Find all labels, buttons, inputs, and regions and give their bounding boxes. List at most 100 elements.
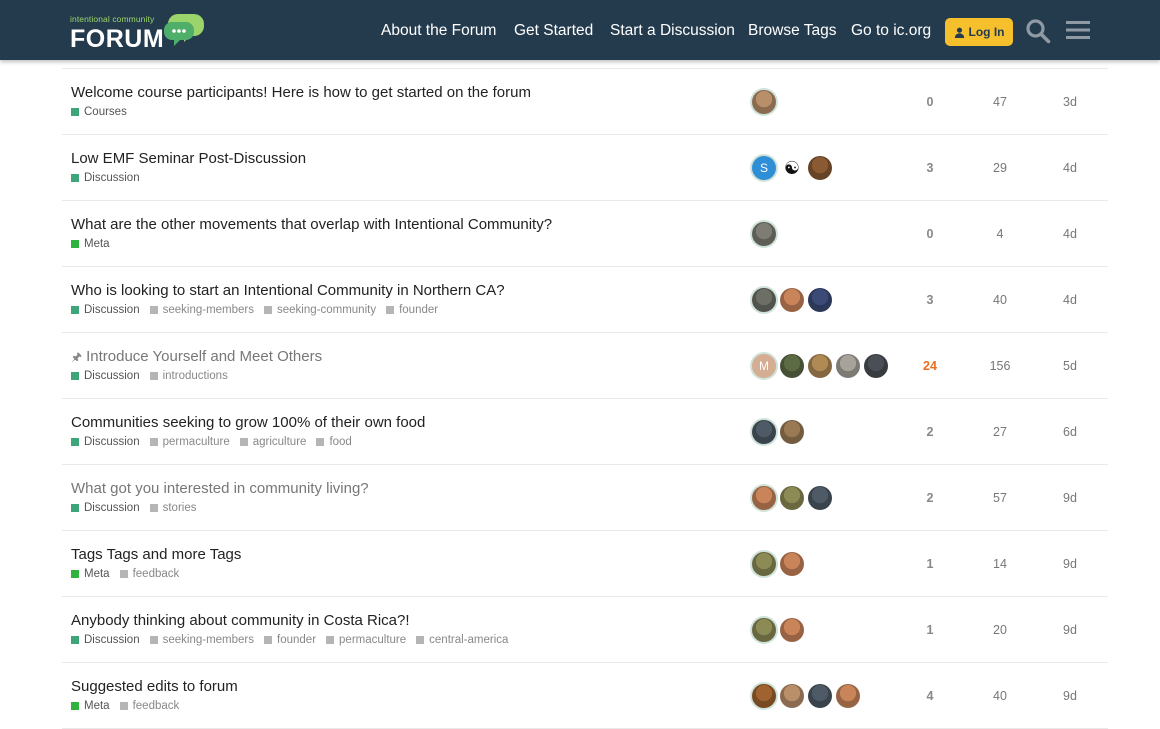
topic-title-link[interactable]: What got you interested in community liv… <box>71 480 369 497</box>
poster-avatar[interactable] <box>836 354 860 378</box>
activity-age[interactable]: 9d <box>1050 689 1090 703</box>
category-badge[interactable]: Discussion <box>71 502 140 514</box>
topic-row[interactable]: Communities seeking to grow 100% of thei… <box>62 399 1108 465</box>
activity-age[interactable]: 9d <box>1050 491 1090 505</box>
topic-row[interactable]: Anybody thinking about community in Cost… <box>62 597 1108 663</box>
category-badge[interactable]: Discussion <box>71 370 140 382</box>
poster-avatar[interactable] <box>780 420 804 444</box>
category-badge[interactable]: Discussion <box>71 304 140 316</box>
category-color-square <box>71 438 79 446</box>
replies-count: 24 <box>923 359 937 373</box>
topic-tag[interactable]: feedback <box>119 700 179 712</box>
topic-row[interactable]: What got you interested in community liv… <box>62 465 1108 531</box>
poster-avatar[interactable] <box>780 684 804 708</box>
topic-meta: Discussion seeking-members seeking-communi… <box>71 304 438 316</box>
topic-tag[interactable]: founder <box>264 634 316 646</box>
topic-row[interactable]: Who is looking to start an Intentional C… <box>62 267 1108 333</box>
topic-meta: Discussion introductions <box>71 370 228 382</box>
poster-avatar[interactable] <box>808 354 832 378</box>
poster-avatar[interactable] <box>752 486 776 510</box>
topic-tag[interactable]: introductions <box>149 370 228 382</box>
forum-logo[interactable]: intentional community FORUM <box>70 10 210 54</box>
topic-title-link[interactable]: Who is looking to start an Intentional C… <box>71 282 505 299</box>
nav-get-started[interactable]: Get Started <box>514 22 593 40</box>
poster-avatar[interactable]: S <box>752 156 776 180</box>
category-badge[interactable]: Meta <box>71 700 110 712</box>
poster-avatar[interactable] <box>780 618 804 642</box>
poster-avatar[interactable] <box>808 486 832 510</box>
topic-tag[interactable]: food <box>316 436 352 448</box>
topic-tag[interactable]: permaculture <box>149 436 230 448</box>
category-badge[interactable]: Discussion <box>71 634 140 646</box>
topic-tag[interactable]: permaculture <box>326 634 406 646</box>
poster-avatar[interactable] <box>752 90 776 114</box>
poster-avatar[interactable] <box>864 354 888 378</box>
activity-age[interactable]: 3d <box>1050 95 1090 109</box>
activity-age[interactable]: 5d <box>1050 359 1090 373</box>
tag-name: introductions <box>162 370 228 382</box>
topic-row[interactable]: Suggested edits to forum Meta feedback 4 40 9… <box>62 663 1108 729</box>
topic-tag[interactable]: agriculture <box>239 436 306 448</box>
tag-square-icon <box>416 636 425 644</box>
category-color-square <box>71 240 79 248</box>
category-badge[interactable]: Courses <box>71 106 127 118</box>
activity-age[interactable]: 9d <box>1050 557 1090 571</box>
topic-title-link[interactable]: 🖈 Introduce Yourself and Meet Others <box>71 348 322 369</box>
views-count: 29 <box>993 161 1007 175</box>
topic-row[interactable]: What are the other movements that overla… <box>62 201 1108 267</box>
poster-avatar[interactable] <box>808 288 832 312</box>
topic-tag[interactable]: stories <box>149 502 197 514</box>
topic-tag[interactable]: seeking-members <box>149 634 254 646</box>
site-header: intentional community FORUM About the Fo… <box>0 0 1160 60</box>
topic-row[interactable]: Low EMF Seminar Post-Discussion Discussio… <box>62 135 1108 201</box>
hamburger-menu-icon[interactable] <box>1066 18 1090 42</box>
nav-go-to-ic[interactable]: Go to ic.org <box>851 22 931 40</box>
activity-age[interactable]: 4d <box>1050 227 1090 241</box>
nav-about[interactable]: About the Forum <box>381 22 496 40</box>
topic-tag[interactable]: central-america <box>416 634 508 646</box>
topic-tag[interactable]: founder <box>386 304 438 316</box>
nav-start-discussion[interactable]: Start a Discussion <box>610 22 735 40</box>
poster-avatar[interactable] <box>780 486 804 510</box>
poster-avatar[interactable] <box>836 684 860 708</box>
category-color-square <box>71 306 79 314</box>
poster-avatar[interactable] <box>752 552 776 576</box>
category-badge[interactable]: Meta <box>71 568 110 580</box>
search-icon[interactable] <box>1025 18 1051 44</box>
topic-title-link[interactable]: Suggested edits to forum <box>71 678 238 695</box>
nav-browse-tags[interactable]: Browse Tags <box>748 22 836 40</box>
topic-tag[interactable]: feedback <box>119 568 179 580</box>
topic-row[interactable]: Welcome course participants! Here is how… <box>62 69 1108 135</box>
topic-title-link[interactable]: Anybody thinking about community in Cost… <box>71 612 410 629</box>
poster-avatar[interactable] <box>808 684 832 708</box>
activity-age[interactable]: 4d <box>1050 161 1090 175</box>
topic-title-link[interactable]: Welcome course participants! Here is how… <box>71 84 531 101</box>
activity-age[interactable]: 6d <box>1050 425 1090 439</box>
topic-title-link[interactable]: What are the other movements that overla… <box>71 216 552 233</box>
activity-age[interactable]: 4d <box>1050 293 1090 307</box>
poster-avatar[interactable] <box>752 288 776 312</box>
poster-avatar[interactable] <box>780 354 804 378</box>
login-button[interactable]: Log In <box>945 18 1013 46</box>
poster-avatar[interactable] <box>780 552 804 576</box>
topic-row[interactable]: Tags Tags and more Tags Meta feedback 1 14 9d <box>62 531 1108 597</box>
poster-avatar[interactable] <box>752 420 776 444</box>
topic-title-link[interactable]: Tags Tags and more Tags <box>71 546 241 563</box>
topic-row[interactable]: 🖈 Introduce Yourself and Meet Others Discu… <box>62 333 1108 399</box>
poster-avatar[interactable] <box>808 156 832 180</box>
poster-avatar[interactable] <box>752 222 776 246</box>
poster-avatar[interactable]: M <box>752 354 776 378</box>
topic-title-link[interactable]: Low EMF Seminar Post-Discussion <box>71 150 306 167</box>
category-badge[interactable]: Meta <box>71 238 110 250</box>
poster-avatar[interactable] <box>752 618 776 642</box>
topic-tag[interactable]: seeking-members <box>149 304 254 316</box>
topic-title-link[interactable]: Communities seeking to grow 100% of thei… <box>71 414 425 431</box>
activity-age[interactable]: 9d <box>1050 623 1090 637</box>
tag-name: stories <box>162 502 197 514</box>
poster-avatar[interactable] <box>780 288 804 312</box>
poster-avatar[interactable] <box>752 684 776 708</box>
topic-tag[interactable]: seeking-community <box>264 304 376 316</box>
category-badge[interactable]: Discussion <box>71 172 140 184</box>
poster-avatar[interactable]: ☯ <box>780 156 804 180</box>
category-badge[interactable]: Discussion <box>71 436 140 448</box>
